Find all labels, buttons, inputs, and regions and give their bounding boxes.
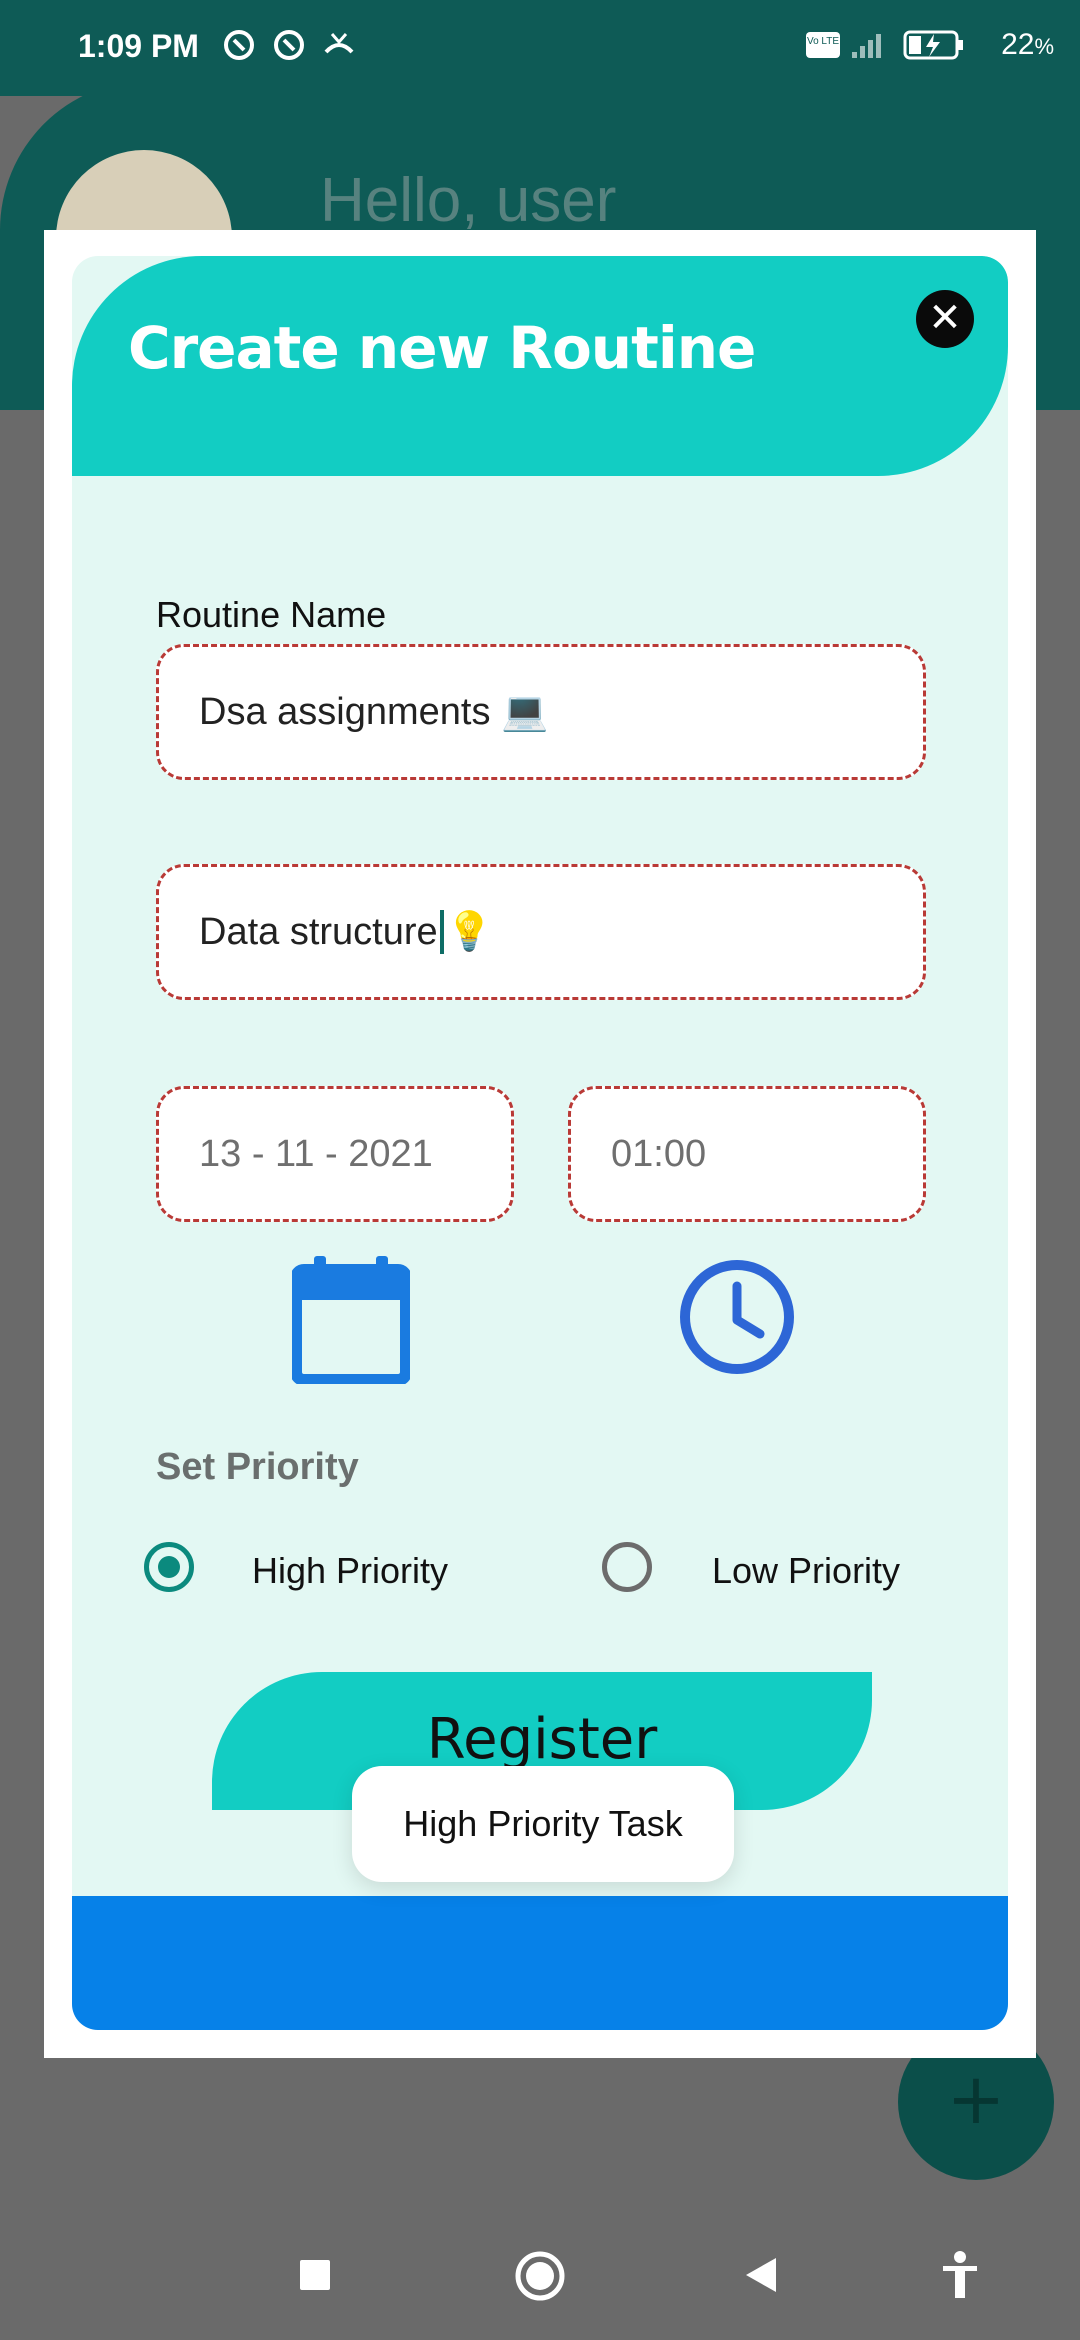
missed-call-icon [324,33,354,54]
lightbulb-icon: 💡 [445,911,493,953]
volte-icon: Vo LTE [806,32,840,58]
clock-icon[interactable] [678,1258,796,1376]
greeting-text: Hello, user [320,166,617,235]
dialog-card: Create new Routine ✕ Routine Name Dsa as… [72,256,1008,2030]
recents-square-icon[interactable] [298,2258,332,2292]
dialog-title: Create new Routine [128,314,756,382]
close-icon: ✕ [928,295,962,341]
set-priority-heading: Set Priority [156,1446,359,1488]
date-value: 13 - 11 - 2021 [199,1132,433,1175]
create-routine-dialog: Create new Routine ✕ Routine Name Dsa as… [44,230,1036,2058]
high-priority-radio[interactable] [144,1542,194,1592]
routine-name-label: Routine Name [156,594,387,635]
battery-percent: 22% [1001,28,1054,61]
time-field[interactable]: 01:00 [568,1086,926,1222]
battery-icon [903,30,963,60]
description-input[interactable]: Data structure 💡 [156,864,926,1000]
accessibility-icon[interactable] [940,2250,980,2300]
home-circle-icon[interactable] [514,2250,566,2302]
date-field[interactable]: 13 - 11 - 2021 [156,1086,514,1222]
low-priority-label[interactable]: Low Priority [712,1550,900,1592]
data-saver-icon [224,30,254,60]
signal-icon [852,34,881,58]
description-value: Data structure [199,910,438,953]
svg-text:Vo LTE: Vo LTE [807,36,839,47]
status-time: 1:09 PM [78,28,199,64]
time-value: 01:00 [611,1132,707,1175]
high-priority-label[interactable]: High Priority [252,1550,448,1592]
calendar-icon[interactable] [292,1256,410,1384]
dialog-bottom-bar [72,1896,1008,2030]
close-button[interactable]: ✕ [916,290,974,348]
toast-message: High Priority Task [352,1766,734,1882]
text-cursor [439,910,444,954]
routine-name-input[interactable]: Dsa assignments 💻 [156,644,926,780]
data-saver-icon-2 [274,30,304,60]
routine-name-value: Dsa assignments 💻 [199,691,549,733]
status-bar: 1:09 PM Vo LTE 22% [0,0,1080,96]
back-triangle-icon[interactable] [742,2256,778,2294]
low-priority-radio[interactable] [602,1542,652,1592]
dialog-header: Create new Routine ✕ [72,256,1008,476]
